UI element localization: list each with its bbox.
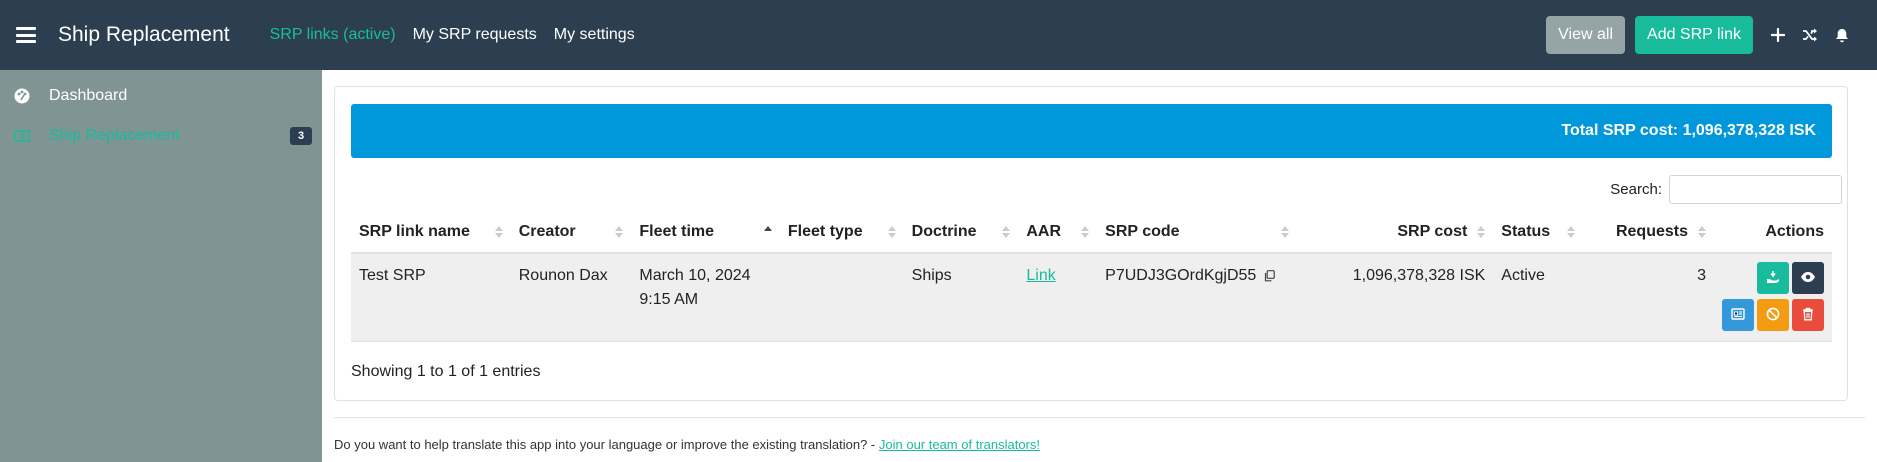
cell-fleet-time: March 10, 2024 9:15 AM: [631, 253, 780, 342]
money-bill-icon: [14, 128, 30, 144]
aar-link[interactable]: Link: [1026, 267, 1055, 284]
count-badge: 3: [290, 127, 312, 145]
table-search: Search:: [1610, 175, 1842, 204]
sidebar-item-ship-replacement[interactable]: Ship Replacement 3: [0, 117, 322, 155]
cell-doctrine: Ships: [903, 253, 1019, 342]
row-actions: [1722, 262, 1824, 331]
nav-link-srp-links[interactable]: SRP links (active): [270, 26, 396, 44]
cell-srp-link-name: Test SRP: [351, 253, 511, 342]
sort-icon: [1698, 225, 1706, 238]
column-header-srp-link-name[interactable]: SRP link name: [351, 211, 511, 254]
sort-icon: [1280, 225, 1289, 238]
newspaper-icon: [1731, 307, 1745, 323]
cell-aar: Link: [1018, 253, 1098, 342]
view-button[interactable]: [1792, 262, 1824, 294]
footer-text: Do you want to help translate this app i…: [334, 437, 879, 452]
srp-links-card: Total SRP cost: 1,096,378,328 ISK Search…: [334, 86, 1848, 401]
copy-icon[interactable]: [1264, 266, 1276, 282]
shuffle-icon[interactable]: [1797, 23, 1823, 47]
edit-aar-button[interactable]: [1722, 299, 1754, 331]
bell-icon[interactable]: [1829, 23, 1855, 47]
sidebar: Dashboard Ship Replacement 3: [0, 70, 322, 462]
sidebar-item-dashboard[interactable]: Dashboard: [0, 77, 322, 115]
footer: Do you want to help translate this app i…: [334, 437, 1040, 452]
sort-icon: [1567, 225, 1576, 238]
view-all-button[interactable]: View all: [1546, 16, 1626, 54]
hand-holding-dollar-icon: [1766, 270, 1780, 287]
pagination-info: Showing 1 to 1 of 1 entries: [351, 363, 541, 380]
sort-asc-icon: [763, 225, 772, 238]
column-header-status[interactable]: Status: [1493, 211, 1584, 254]
delete-button[interactable]: [1792, 299, 1824, 331]
cell-srp-code: P7UDJ3GOrdKgjD55: [1097, 253, 1297, 342]
ban-icon: [1766, 307, 1780, 324]
sort-icon: [494, 225, 503, 238]
app-brand[interactable]: Ship Replacement: [58, 23, 230, 47]
trash-icon: [1802, 307, 1814, 324]
add-srp-link-button[interactable]: Add SRP link: [1635, 16, 1753, 54]
column-header-srp-cost[interactable]: SRP cost: [1296, 211, 1494, 254]
sort-icon: [615, 225, 624, 238]
eye-icon: [1800, 271, 1816, 286]
total-srp-cost-banner: Total SRP cost: 1,096,378,328 ISK: [351, 104, 1832, 158]
cell-actions: [1714, 253, 1832, 342]
cell-creator: Rounon Dax: [510, 253, 632, 342]
column-header-fleet-time[interactable]: Fleet time: [631, 211, 780, 254]
footer-divider: [334, 417, 1865, 418]
cell-requests: 3: [1583, 253, 1714, 342]
nav-link-my-settings[interactable]: My settings: [554, 26, 635, 44]
search-label: Search:: [1610, 181, 1662, 198]
translators-link[interactable]: Join our team of translators!: [879, 437, 1040, 452]
column-header-requests[interactable]: Requests: [1583, 211, 1714, 254]
sort-icon: [1002, 225, 1011, 238]
cell-srp-cost: 1,096,378,328 ISK: [1296, 253, 1494, 342]
column-header-creator[interactable]: Creator: [510, 211, 632, 254]
column-header-doctrine[interactable]: Doctrine: [903, 211, 1019, 254]
column-header-actions: Actions: [1714, 211, 1832, 254]
sidebar-item-label: Ship Replacement: [49, 127, 180, 144]
cell-status: Active: [1493, 253, 1584, 342]
disable-link-button[interactable]: [1757, 299, 1789, 331]
table-row: Test SRP Rounon Dax March 10, 2024 9:15 A…: [351, 253, 1832, 342]
table-header-row: SRP link name Creator Fleet time Fleet t…: [351, 211, 1832, 254]
cell-fleet-type: [779, 253, 904, 342]
column-header-aar[interactable]: AAR: [1018, 211, 1098, 254]
navbar-actions: View all Add SRP link: [1546, 0, 1877, 70]
sidebar-item-label: Dashboard: [49, 87, 128, 104]
top-navbar: Ship Replacement SRP links (active) My S…: [0, 0, 1877, 70]
nav-link-my-srp-requests[interactable]: My SRP requests: [413, 26, 537, 44]
sort-icon: [887, 225, 896, 238]
plus-icon[interactable]: [1765, 23, 1791, 47]
column-header-srp-code[interactable]: SRP code: [1097, 211, 1297, 254]
column-header-fleet-type[interactable]: Fleet type: [779, 211, 904, 254]
accept-request-button[interactable]: [1757, 262, 1789, 294]
sort-icon: [1477, 225, 1486, 238]
sort-icon: [1081, 225, 1090, 238]
search-input[interactable]: [1669, 175, 1842, 204]
srp-links-table: SRP link name Creator Fleet time Fleet t…: [351, 211, 1832, 342]
palette-icon: [14, 88, 30, 104]
hamburger-menu-icon[interactable]: [16, 27, 36, 43]
